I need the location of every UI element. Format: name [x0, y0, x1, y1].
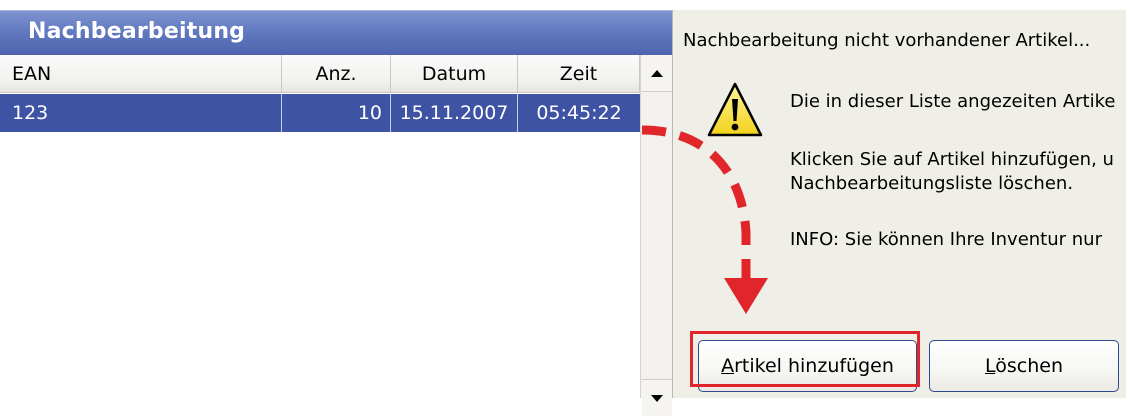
column-header-anz[interactable]: Anz.: [282, 55, 391, 93]
dialog-title: Nachbearbeitung nicht vorhandener Artike…: [683, 30, 1091, 51]
warning-icon: [706, 81, 764, 143]
delete-button-label: öschen: [995, 355, 1063, 377]
cell-datum: 15.11.2007: [391, 94, 518, 132]
dialog-message-1: Die in dieser Liste angezeiten Artike: [790, 91, 1116, 112]
add-button-mnemonic: A: [721, 355, 735, 377]
scroll-up-button[interactable]: [642, 55, 672, 92]
delete-button[interactable]: Löschen: [929, 340, 1119, 392]
dialog-message-2-line-1: Klicken Sie auf Artikel hinzufügen, u: [790, 149, 1114, 170]
vertical-scrollbar[interactable]: [640, 55, 672, 416]
column-header-zeit[interactable]: Zeit: [518, 55, 640, 93]
delete-button-mnemonic: L: [984, 355, 996, 377]
add-button-label: rtikel hinzufügen: [734, 355, 894, 377]
cell-anz: 10: [282, 94, 391, 132]
panel-title: Nachbearbeitung: [28, 19, 246, 44]
panel-title-bar: Nachbearbeitung: [0, 10, 672, 56]
cell-zeit: 05:45:22: [536, 102, 622, 124]
dialog-message-3: INFO: Sie können Ihre Inventur nur: [790, 229, 1102, 250]
arrow-up-icon: [651, 69, 663, 77]
nachbearbeitung-dialog: Nachbearbeitung nicht vorhandener Artike…: [672, 10, 1126, 398]
column-header-datum[interactable]: Datum: [391, 55, 518, 93]
dialog-message-2-line-2: Nachbearbeitungsliste löschen.: [790, 173, 1074, 194]
arrow-down-icon: [651, 394, 663, 402]
add-article-button[interactable]: Artikel hinzufügen: [698, 340, 917, 392]
table-row[interactable]: 123 10 15.11.2007 05:45:22: [0, 94, 640, 132]
cell-ean: 123: [0, 94, 282, 132]
nachbearbeitung-panel: Nachbearbeitung EAN Anz. Datum Zeit 123 …: [0, 0, 672, 416]
column-header-ean[interactable]: EAN: [0, 55, 282, 93]
